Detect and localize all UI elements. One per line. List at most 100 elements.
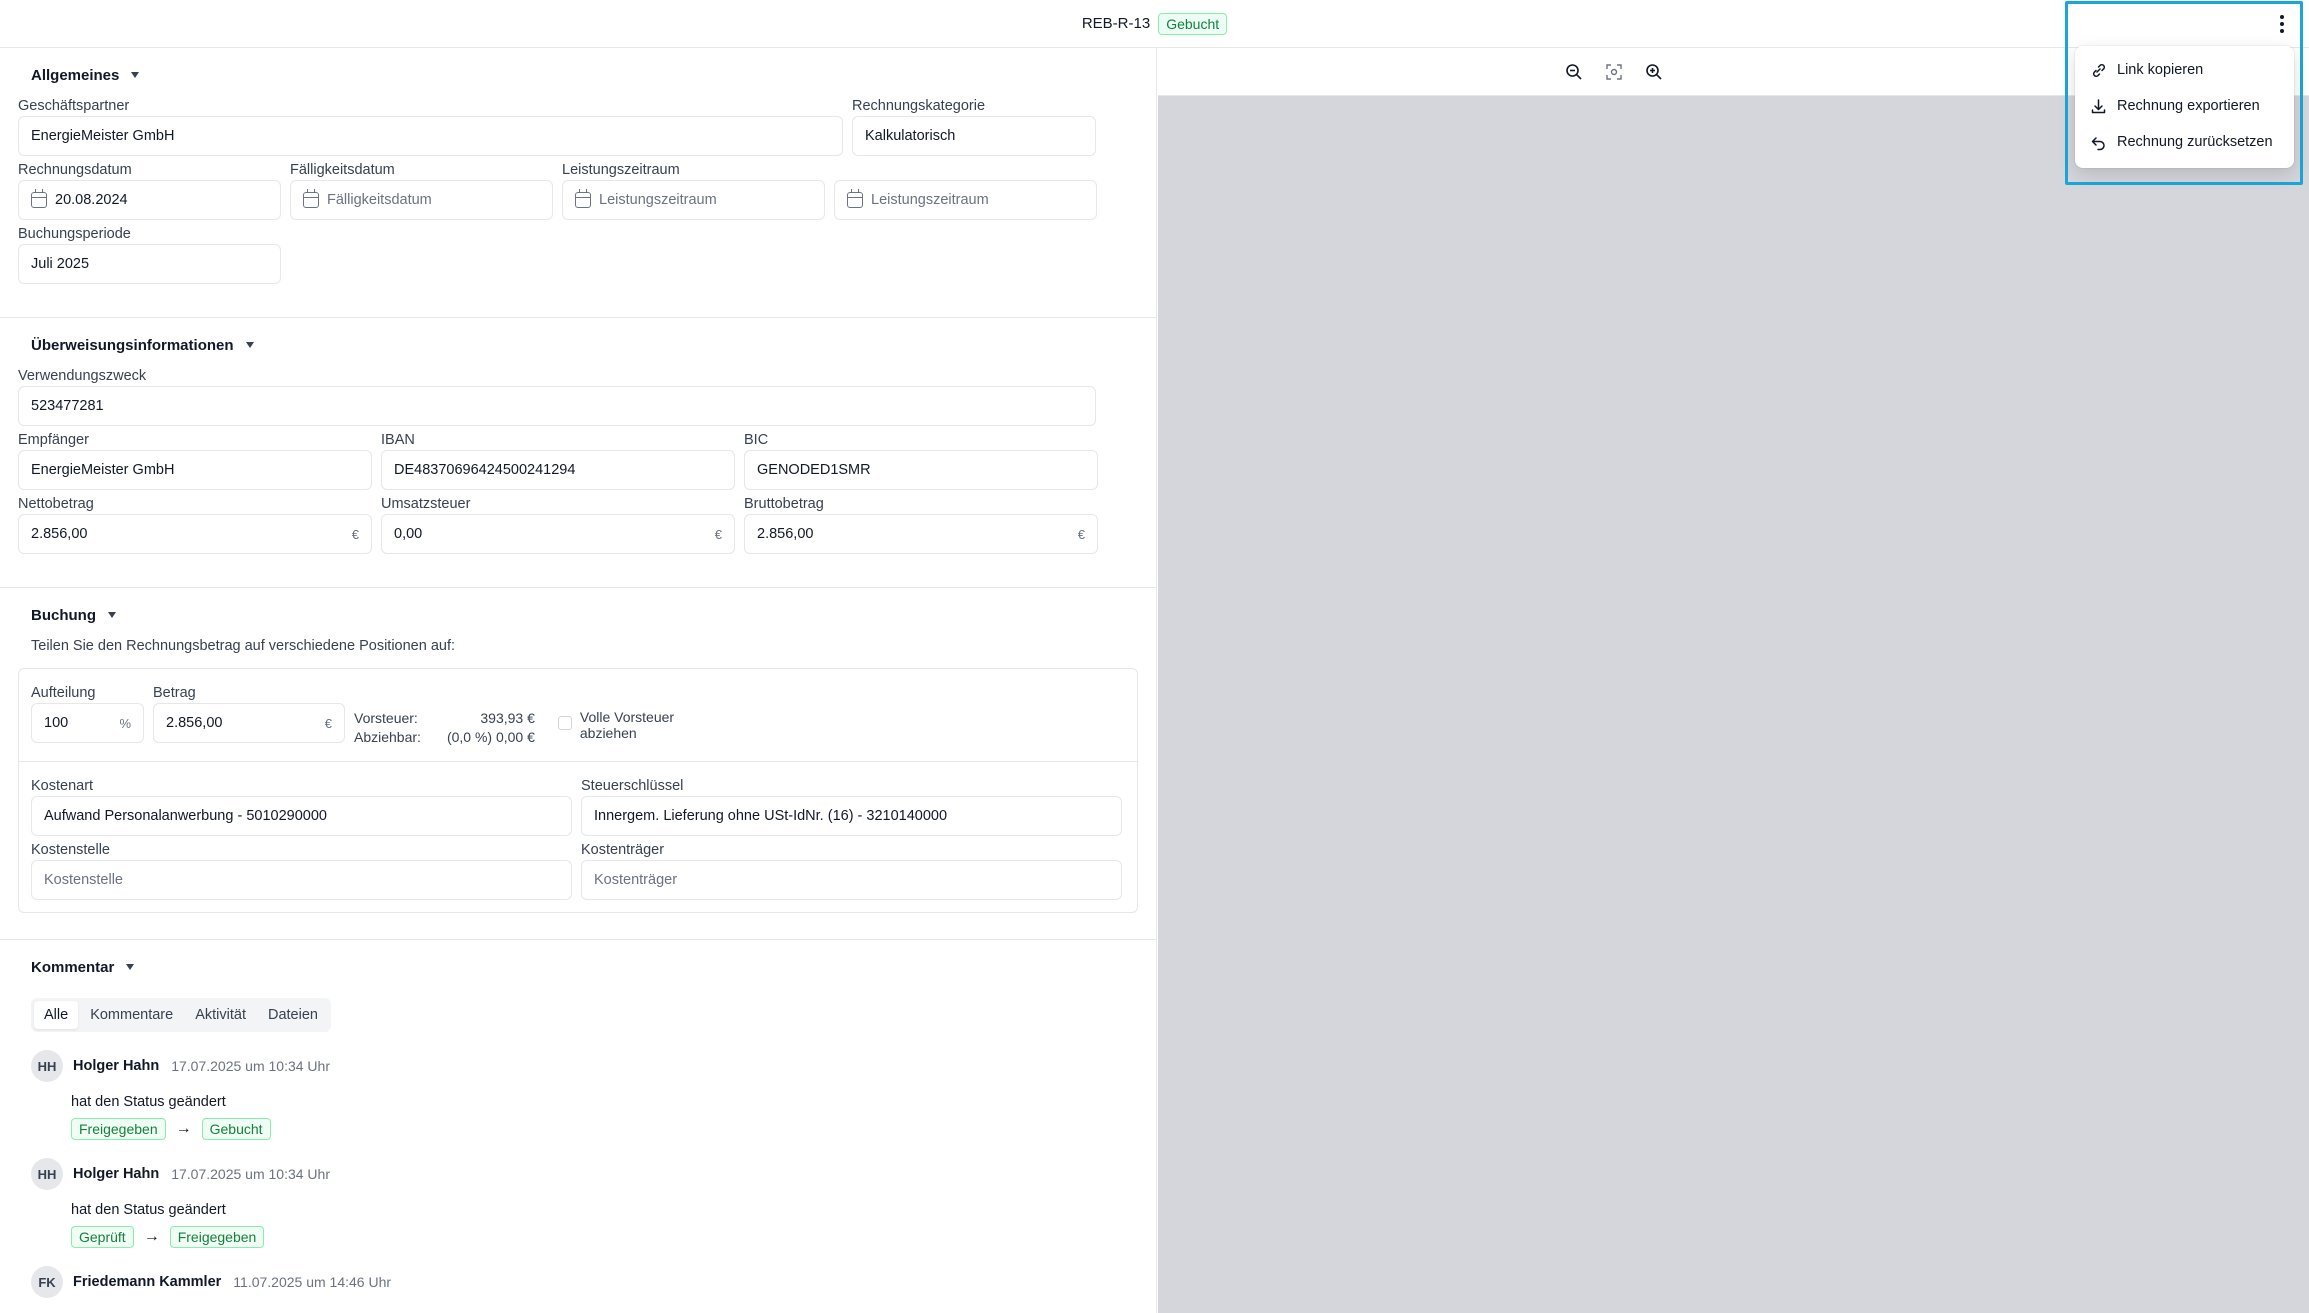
caret-down-icon [108, 612, 116, 618]
status-badge: Gebucht [1158, 12, 1228, 35]
author-name: Friedemann Kammler [73, 1274, 222, 1290]
iban-field[interactable]: DE48370696424500241294 [381, 450, 735, 490]
kostentraeger-label: Kostenträger [581, 842, 665, 858]
more-options-menu: Link kopieren Rechnung exportieren Rechn… [2075, 46, 2294, 168]
netto-label: Nettobetrag [18, 496, 94, 512]
kategorie-value: Kalkulatorisch [865, 128, 956, 144]
calendar-icon [575, 189, 591, 208]
verwendungszweck-field[interactable]: 523477281 [18, 386, 1096, 426]
activity-entry: HH Holger Hahn 17.07.2025 um 10:34 Uhr h… [31, 1050, 1138, 1140]
umsatzsteuer-field[interactable]: 0,00 € [381, 514, 735, 554]
section-title: Überweisungsinformationen [31, 336, 234, 354]
entry-date: 11.07.2025 um 14:46 Uhr [233, 1274, 392, 1290]
zeitraum-label: Leistungszeitraum [562, 162, 680, 178]
aufteilung-label: Aufteilung [31, 685, 96, 701]
volle-vorsteuer-option[interactable]: Volle Vorsteuer abziehen [557, 709, 674, 747]
kostenart-value: Aufwand Personalanwerbung - 5010290000 [44, 808, 327, 824]
section-header-kommentar[interactable]: Kommentar [31, 956, 1138, 978]
author-name: Holger Hahn [73, 1166, 160, 1182]
avatar: FK [31, 1266, 63, 1298]
abziehbar-value: (0,0 %) 0,00 € [446, 729, 535, 745]
partner-value: EnergieMeister GmbH [31, 128, 175, 144]
betrag-label: Betrag [153, 685, 196, 701]
arrow-right-icon: → [143, 1228, 160, 1245]
menu-item-rechnung-exportieren[interactable]: Rechnung exportieren [2075, 88, 2294, 124]
netto-value: 2.856,00 [31, 526, 88, 542]
invoice-number: REB-R-13 [1081, 15, 1151, 32]
section-header-allgemeines[interactable]: Allgemeines [31, 64, 1138, 86]
zweck-value: 523477281 [31, 398, 104, 414]
empf-label: Empfänger [18, 432, 89, 448]
document-canvas[interactable] [1158, 96, 2309, 1313]
brutto-value: 2.856,00 [757, 526, 814, 542]
kostenstelle-label: Kostenstelle [31, 842, 110, 858]
bic-value: GENODED1SMR [757, 462, 871, 478]
tab-alle[interactable]: Alle [34, 1001, 79, 1029]
kostentraeger-field[interactable]: Kostenträger [581, 860, 1122, 900]
betrag-field[interactable]: 2.856,00 € [153, 703, 345, 743]
fit-to-screen-icon[interactable] [1603, 61, 1625, 83]
status-from-badge: Geprüft [71, 1226, 134, 1248]
menu-item-rechnung-zuruecksetzen[interactable]: Rechnung zurücksetzen [2075, 124, 2294, 160]
leistungszeitraum-end-field[interactable]: Leistungszeitraum [834, 180, 1097, 220]
bruttobetrag-field[interactable]: 2.856,00 € [744, 514, 1098, 554]
download-icon [2089, 97, 2107, 115]
ust-label: Umsatzsteuer [381, 496, 471, 512]
kategorie-label: Rechnungskategorie [852, 98, 986, 114]
aufteilung-value: 100 [44, 715, 69, 731]
section-header-buchung[interactable]: Buchung [31, 604, 1138, 626]
section-buchung: Buchung Teilen Sie den Rechnungsbetrag a… [0, 588, 1156, 940]
faellig-label: Fälligkeitsdatum [290, 162, 395, 178]
volle-vorsteuer-checkbox[interactable] [557, 716, 572, 730]
percent-symbol: % [119, 715, 131, 731]
kostentraeger-placeholder: Kostenträger [594, 872, 678, 888]
vorsteuer-value: 393,93 € [480, 710, 535, 726]
section-title: Allgemeines [31, 66, 120, 84]
datum-value: 20.08.2024 [55, 192, 128, 208]
tab-aktivitaet[interactable]: Aktivität [185, 1001, 256, 1029]
zoom-out-icon[interactable] [1563, 61, 1585, 83]
zeitraum-placeholder: Leistungszeitraum [599, 192, 717, 208]
status-to-badge: Gebucht [201, 1118, 271, 1140]
aufteilung-field[interactable]: 100% [31, 703, 144, 743]
buchung-hint: Teilen Sie den Rechnungsbetrag auf versc… [31, 638, 456, 654]
rechnungsdatum-field[interactable]: 20.08.2024 [18, 180, 281, 220]
vorsteuer-summary: Vorsteuer: Abziehbar: 393,93 € (0,0 %) 0… [354, 709, 535, 747]
faelligkeitsdatum-field[interactable]: Fälligkeitsdatum [290, 180, 553, 220]
steuerschluessel-field[interactable]: Innergem. Lieferung ohne USt-IdNr. (16) … [581, 796, 1122, 836]
section-allgemeines: Allgemeines Geschäftspartner EnergieMeis… [0, 48, 1156, 318]
caret-down-icon [131, 72, 140, 78]
kostenart-field[interactable]: Aufwand Personalanwerbung - 5010290000 [31, 796, 572, 836]
steuer-label: Steuerschlüssel [581, 778, 684, 794]
steuer-value: Innergem. Lieferung ohne USt-IdNr. (16) … [594, 808, 948, 824]
invoice-form-panel: Allgemeines Geschäftspartner EnergieMeis… [0, 48, 1157, 1313]
leistungszeitraum-start-field[interactable]: Leistungszeitraum [562, 180, 825, 220]
status-from-badge: Freigegeben [71, 1118, 166, 1140]
currency-symbol: € [714, 526, 722, 542]
section-title: Kommentar [31, 958, 115, 976]
section-header-ueberweisung[interactable]: Überweisungsinformationen [31, 334, 1138, 356]
entry-date: 17.07.2025 um 10:34 Uhr [171, 1058, 330, 1074]
kostenstelle-field[interactable]: Kostenstelle [31, 860, 572, 900]
entry-text: hat den Status geändert [71, 1094, 226, 1110]
zoom-in-icon[interactable] [1643, 61, 1665, 83]
section-title: Buchung [31, 606, 96, 624]
tab-dateien[interactable]: Dateien [258, 1001, 328, 1029]
buchungsperiode-field[interactable]: Juli 2025 [18, 244, 281, 284]
currency-symbol: € [324, 715, 332, 731]
tab-kommentare[interactable]: Kommentare [80, 1001, 183, 1029]
partner-field[interactable]: EnergieMeister GmbH [18, 116, 843, 156]
menu-item-link-kopieren[interactable]: Link kopieren [2075, 52, 2294, 88]
periode-value: Juli 2025 [31, 256, 90, 272]
abziehbar-label: Abziehbar: [354, 729, 421, 745]
periode-label: Buchungsperiode [18, 226, 131, 242]
kategorie-field[interactable]: Kalkulatorisch [852, 116, 1096, 156]
partner-label: Geschäftspartner [18, 98, 130, 114]
section-kommentar: Kommentar Alle Kommentare Aktivität Date… [0, 940, 1156, 1313]
link-icon [2089, 61, 2107, 79]
bic-field[interactable]: GENODED1SMR [744, 450, 1098, 490]
brutto-label: Bruttobetrag [744, 496, 824, 512]
empfaenger-field[interactable]: EnergieMeister GmbH [18, 450, 372, 490]
currency-symbol: € [1077, 526, 1085, 542]
nettobetrag-field[interactable]: 2.856,00 € [18, 514, 372, 554]
